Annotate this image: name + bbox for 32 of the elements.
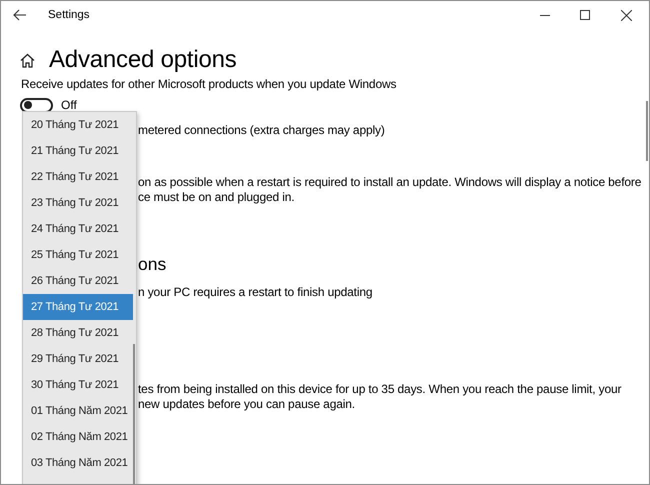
description-text: ce must be on and plugged in. [138,190,296,205]
toggle-switch[interactable] [20,98,53,112]
toggle-state-text: Off [61,98,77,112]
section-heading: ons [138,254,168,275]
setting-label: metered connections (extra charges may apply) [138,123,386,138]
close-icon [620,10,632,20]
page-title: Advanced options [49,46,237,74]
description-text: on as possible when a restart is required to install an update. Windows will display a notice before [138,175,642,190]
date-option[interactable]: 23 Tháng Tư 2021 [23,190,133,216]
date-option[interactable]: 27 Tháng Tư 2021 [23,294,133,320]
date-option[interactable]: 29 Tháng Tư 2021 [23,346,133,372]
date-option[interactable]: 22 Tháng Tư 2021 [23,164,133,190]
date-option[interactable]: 21 Tháng Tư 2021 [23,138,133,164]
setting-label: Receive updates for other Microsoft products when you update Windows [21,77,398,92]
date-option[interactable]: 30 Tháng Tư 2021 [23,372,133,398]
date-option[interactable]: 25 Tháng Tư 2021 [23,242,133,268]
date-option[interactable]: 26 Tháng Tư 2021 [23,268,133,294]
back-arrow-icon [13,9,27,21]
description-text: tes from being installed on this device for up to 35 days. When you reach the pause limit, your [138,382,622,397]
date-option[interactable]: 20 Tháng Tư 2021 [23,112,133,138]
scrollbar[interactable] [133,344,135,484]
date-option[interactable]: 02 Tháng Năm 2021 [23,424,133,450]
description-text: new updates before you can pause again. [138,397,356,412]
date-option[interactable]: 24 Tháng Tư 2021 [23,216,133,242]
scrollbar[interactable] [646,101,648,161]
window-title: Settings [48,9,91,21]
date-option[interactable]: 28 Tháng Tư 2021 [23,320,133,346]
date-option[interactable]: 01 Tháng Năm 2021 [23,398,133,424]
date-option[interactable]: 03 Tháng Năm 2021 [23,450,133,476]
home-icon[interactable] [20,52,35,68]
maximize-icon [580,10,590,20]
setting-label: n your PC requires a restart to finish updating [138,285,374,300]
